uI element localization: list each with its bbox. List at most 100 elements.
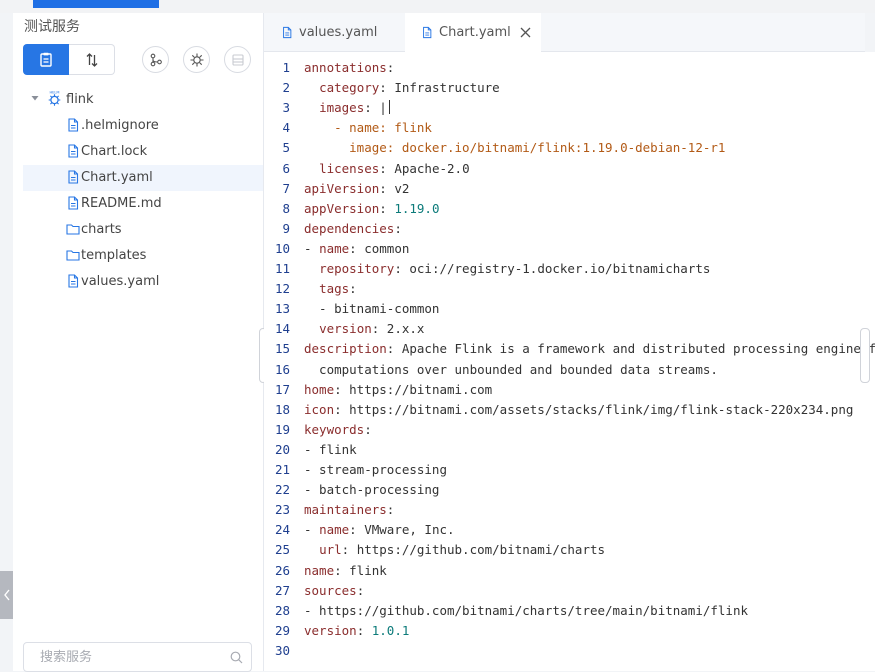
tree-node-label: values.yaml xyxy=(81,274,160,289)
line-text: repository: oci://registry-1.docker.io/b… xyxy=(304,259,710,279)
code-token: home xyxy=(304,381,335,397)
tree-node-charts[interactable]: charts xyxy=(23,217,263,243)
code-token: - name: flink xyxy=(304,120,432,136)
line-number: 8 xyxy=(282,200,290,216)
code-line: 27 sources: xyxy=(264,581,875,601)
code-line: 5 image: docker.io/bitnami/flink:1.19.0-… xyxy=(264,138,875,158)
code-token: name xyxy=(319,240,350,256)
code-line: 4 - name: flink xyxy=(264,118,875,138)
line-number: 28 xyxy=(274,602,290,618)
tree-node-label: Chart.yaml xyxy=(81,170,153,185)
code-token: : xyxy=(379,200,395,216)
code-token: images xyxy=(319,100,365,116)
line-text: maintainers: xyxy=(304,500,394,520)
tree-node-label: Chart.lock xyxy=(81,144,148,159)
line-text: images: | xyxy=(304,98,390,118)
code-token: : VMware, Inc. xyxy=(349,522,455,538)
file-icon xyxy=(281,26,293,39)
line-number: 11 xyxy=(274,261,290,276)
line-number: 12 xyxy=(274,281,290,297)
code-token: - bitnami-common xyxy=(304,301,440,317)
code-line: 24- name: VMware, Inc. xyxy=(264,520,875,540)
code-token: - xyxy=(304,522,320,538)
code-token: : xyxy=(386,502,395,518)
code-line: 25 url: https://github.com/bitnami/chart… xyxy=(264,540,875,560)
tree-node-label: .helmignore xyxy=(81,118,159,133)
code-token: computations over unbounded and bounded … xyxy=(304,361,718,377)
caret-down-icon[interactable] xyxy=(30,93,40,103)
helm-button[interactable] xyxy=(183,46,210,73)
code-line: 30 xyxy=(264,641,875,661)
code-token: name xyxy=(304,562,335,578)
line-number: 27 xyxy=(274,582,290,598)
code-token: - batch-processing xyxy=(304,482,440,498)
line-number: 21 xyxy=(274,462,290,477)
search-icon[interactable] xyxy=(230,651,243,664)
code-line: 22 - batch-processing xyxy=(264,480,875,500)
code-token: : v2 xyxy=(379,180,410,196)
line-number: 7 xyxy=(282,180,290,196)
tree-node-templates[interactable]: templates xyxy=(23,243,263,269)
code-token: repository xyxy=(319,261,395,276)
search-input[interactable] xyxy=(38,649,222,666)
resize-handle-right[interactable] xyxy=(860,328,870,383)
file-icon xyxy=(68,170,79,184)
sort-button[interactable] xyxy=(69,44,115,75)
code-token: category xyxy=(319,80,380,96)
git-branch-button[interactable] xyxy=(142,46,169,73)
line-text: name: flink xyxy=(304,561,387,581)
line-number: 15 xyxy=(274,341,290,357)
code-line: 19 keywords: xyxy=(264,420,875,440)
tree-node-chart-lock[interactable]: Chart.lock xyxy=(23,139,263,165)
line-text: version: 1.0.1 xyxy=(304,621,409,641)
folder-icon xyxy=(66,250,80,261)
tree-node-helmignore[interactable]: .helmignore xyxy=(23,113,263,139)
code-token: : https://bitnami.com/assets/stacks/flin… xyxy=(334,401,854,417)
code-line: 3 images: | xyxy=(264,98,875,118)
code-line: 12 tags: xyxy=(264,279,875,299)
line-text: sources: xyxy=(304,581,364,601)
code-token: - stream-processing xyxy=(304,462,447,477)
code-line: 18 icon: https://bitnami.com/assets/stack… xyxy=(264,400,875,420)
list-view-button[interactable] xyxy=(23,44,69,75)
code-line: 23 maintainers: xyxy=(264,500,875,520)
disabled-table-icon xyxy=(231,53,244,66)
line-number: 13 xyxy=(274,301,290,317)
code-line: 7 apiVersion: v2 xyxy=(264,179,875,199)
code-token: annotations xyxy=(304,60,387,75)
code-token: : Apache Flink is a framework and distri… xyxy=(386,341,875,357)
code-token: 1.0.1 xyxy=(371,622,410,638)
line-text: computations over unbounded and bounded … xyxy=(304,360,718,380)
code-token: licenses xyxy=(319,160,380,176)
table-button[interactable] xyxy=(224,46,251,73)
tab-chart-yaml[interactable]: Chart.yaml xyxy=(405,13,541,52)
code-token: : xyxy=(394,220,402,236)
file-icon xyxy=(68,144,79,158)
tab-label: values.yaml xyxy=(299,25,378,40)
tree-node-flink[interactable]: HELM flink xyxy=(23,87,263,113)
line-text: category: Infrastructure xyxy=(304,78,500,98)
line-text: - name: common xyxy=(304,239,409,259)
line-number: 23 xyxy=(274,502,290,518)
code-token: : oci://registry-1.docker.io/bitnamichar… xyxy=(394,261,711,276)
sidebar-collapse-button[interactable] xyxy=(0,571,13,619)
tree-node-values-yaml[interactable]: values.yaml xyxy=(23,269,263,295)
code-editor[interactable]: 1 annotations: 2 category: Infrastructure 3… xyxy=(264,52,875,671)
active-nav-indicator xyxy=(33,0,159,8)
line-text: tags: xyxy=(304,279,357,299)
code-line: 17 home: https://bitnami.com xyxy=(264,380,875,400)
line-number: 20 xyxy=(274,441,290,457)
chevron-left-icon xyxy=(3,589,10,601)
code-token: keywords xyxy=(304,421,365,437)
close-icon[interactable] xyxy=(520,27,531,38)
tree-node-readme[interactable]: README.md xyxy=(23,191,263,217)
editor-tab-bar: values.yaml Chart.yaml xyxy=(264,13,865,52)
tab-values-yaml[interactable]: values.yaml xyxy=(264,13,404,52)
tree-node-chart-yaml[interactable]: Chart.yaml xyxy=(23,165,263,191)
line-number: 19 xyxy=(274,421,290,437)
line-text: dependencies: xyxy=(304,219,402,239)
